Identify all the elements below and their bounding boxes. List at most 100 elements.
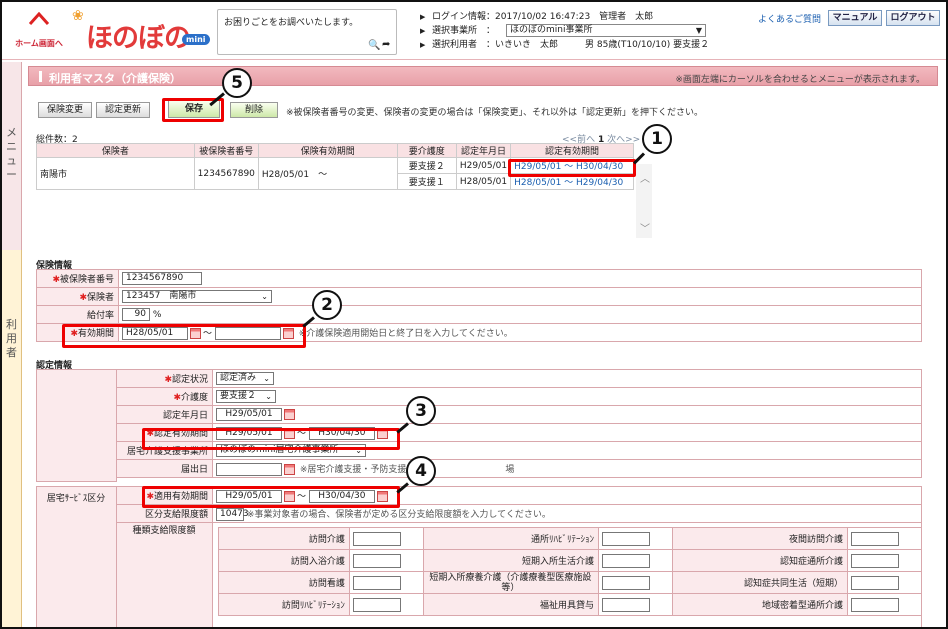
service-limit-input[interactable] — [352, 597, 401, 612]
service-value — [348, 593, 424, 616]
service-name: 通所ﾘﾊﾋﾞﾘﾃｰｼｮﾝ — [422, 527, 599, 550]
service-name: 認知症共同生活（短期） — [671, 571, 849, 594]
insurer-cell: 123457 南陽市 ⌄ — [118, 287, 922, 306]
required-mark: ✱ — [173, 393, 181, 403]
service-limit-input[interactable] — [851, 597, 900, 612]
table-row: 訪問看護 短期入所療養介護（介護療養型医療施設等） 認知症共同生活（短期） — [218, 571, 922, 594]
chevron-down-icon: ▼ — [695, 26, 702, 35]
notify-label: 届出日 — [116, 459, 213, 478]
status-cell: 認定済み ⌄ — [212, 369, 922, 388]
logo-badge: mini — [182, 34, 210, 45]
manual-button[interactable]: マニュアル — [828, 10, 882, 26]
kind-limit-label: 種類支給限度額 — [116, 522, 213, 627]
col-header: 保険有効期間 — [257, 143, 398, 158]
status-select[interactable]: 認定済み ⌄ — [216, 372, 274, 385]
col-header: 要介護度 — [396, 143, 457, 158]
rate-cell: 90 % — [118, 305, 922, 324]
cert-date-label: 認定年月日 — [116, 405, 213, 424]
callout-1: 1 — [642, 124, 672, 154]
status-label: ✱認定状況 — [116, 369, 213, 388]
col-header: 保険者 — [36, 143, 195, 158]
office-select[interactable]: ほのぼのmini事業所 ▼ — [506, 24, 706, 37]
chevron-down-icon: ⌄ — [265, 392, 272, 401]
go-arrow-icon[interactable]: ➦ — [382, 39, 390, 50]
page-title: 利用者マスタ（介護保険） — [49, 72, 181, 85]
header: ホーム画面へ ❀ ほのぼの mini お困りごとをお調べいたします。 🔍 ➦ ▶… — [2, 2, 946, 60]
title-note: ※画面左端にカーソルを合わせるとメニューが表示されます。 — [675, 75, 925, 85]
logout-button[interactable]: ログアウト — [886, 10, 940, 26]
user-side-tab[interactable]: 利用者 — [2, 250, 22, 627]
service-limit-input[interactable] — [851, 553, 900, 568]
help-search-text: お困りごとをお調べいたします。 — [224, 18, 359, 28]
date-cell: H28/05/01 — [455, 173, 512, 190]
session-info: ▶ ログイン情報：2017/10/02 16:47:23 管理者 太郎 ▶ 選択事業… — [420, 10, 740, 52]
button-note: ※被保険者番号の変更、保険者の変更の場合は「保険変更」、それ以外は「認定更新」を… — [286, 108, 704, 118]
service-name: 訪問ﾘﾊﾋﾞﾘﾃｰｼｮﾝ — [218, 593, 350, 616]
rate-label: 給付率 — [36, 305, 119, 324]
bullet-triangle-icon: ▶ — [420, 13, 426, 21]
spacer — [117, 478, 922, 482]
office-select-value: ほのぼのmini事業所 — [510, 25, 593, 35]
office-label: 選択事業所 ： — [432, 26, 496, 36]
chevron-down-icon[interactable]: ﹀ — [640, 220, 650, 235]
col-header: 被保険者番号 — [193, 143, 259, 158]
service-name: 夜間訪問介護 — [671, 527, 849, 550]
screenshot-frame: ホーム画面へ ❀ ほのぼの mini お困りごとをお調べいたします。 🔍 ➦ ▶… — [0, 0, 948, 629]
level-select[interactable]: 要支援２ ⌄ — [216, 390, 276, 403]
number-label: ✱被保険者番号 — [36, 269, 119, 288]
service-limit-input[interactable] — [352, 575, 401, 590]
title-marker — [39, 71, 42, 82]
service-limit-input[interactable] — [851, 531, 900, 546]
insurer-select-value: 123457 南陽市 — [126, 291, 197, 301]
calendar-icon[interactable] — [284, 463, 295, 475]
service-limit-input[interactable] — [601, 553, 650, 568]
help-search-box[interactable]: お困りごとをお調べいたします。 🔍 ➦ — [217, 9, 397, 55]
service-name: 短期入所療養介護（介護療養型医療施設等） — [422, 571, 599, 594]
level-cell: 要支援１ — [396, 173, 457, 190]
service-limit-input[interactable] — [601, 597, 650, 612]
service-name: 訪問入浴介護 — [218, 549, 350, 572]
service-value — [597, 549, 673, 572]
limit-input[interactable]: 10473 — [216, 507, 249, 521]
delete-button[interactable]: 削除 — [230, 102, 278, 118]
notify-date-input[interactable] — [216, 462, 282, 476]
status-label-text: 認定状況 — [171, 375, 208, 385]
insurer-select[interactable]: 123457 南陽市 ⌄ — [122, 290, 272, 303]
faq-link[interactable]: よくあるご質問 — [758, 12, 821, 25]
search-icon[interactable]: 🔍 — [368, 40, 380, 51]
table-row: 訪問ﾘﾊﾋﾞﾘﾃｰｼｮﾝ 福祉用具貸与 地域密着型通所介護 — [218, 593, 922, 616]
service-name: 地域密着型通所介護 — [671, 593, 849, 616]
service-name: 認知症通所介護 — [671, 549, 849, 572]
rate-input[interactable]: 90 — [122, 308, 150, 321]
page-titlebar: 利用者マスタ（介護保険） ※画面左端にカーソルを合わせるとメニューが表示されます… — [28, 66, 938, 86]
date-cell: H29/05/01 — [455, 157, 512, 174]
service-limit-input[interactable] — [851, 575, 900, 590]
required-mark: ✱ — [164, 375, 172, 385]
cert-update-button[interactable]: 認定更新 — [96, 102, 150, 118]
chevron-up-icon[interactable]: ︿ — [640, 170, 650, 185]
service-name: 訪問介護 — [218, 527, 350, 550]
callout-5: 5 — [222, 68, 252, 98]
service-limit-input[interactable] — [601, 575, 650, 590]
home-button[interactable]: ホーム画面へ — [14, 12, 64, 52]
chevron-down-icon: ⌄ — [261, 292, 268, 301]
service-label: 居宅ｻｰﾋﾞｽ区分 — [36, 486, 117, 627]
service-limit-input[interactable] — [352, 553, 401, 568]
service-value — [348, 549, 424, 572]
cert-date-input[interactable]: H29/05/01 — [216, 408, 282, 421]
menu-side-tab[interactable]: メニュー — [2, 62, 22, 250]
required-mark: ✱ — [52, 275, 60, 285]
app-logo: ❀ ほのぼの mini — [72, 8, 212, 54]
level-cell: 要支援２ — [396, 157, 457, 174]
bullet-triangle-icon: ▶ — [420, 27, 426, 35]
menu-tab-label: メニュー — [6, 126, 17, 181]
service-limit-input[interactable] — [352, 531, 401, 546]
insured-number-input[interactable]: 1234567890 — [122, 272, 202, 285]
service-name: 短期入所生活介護 — [422, 549, 599, 572]
service-limit-input[interactable] — [601, 531, 650, 546]
insurance-change-button[interactable]: 保険変更 — [38, 102, 92, 118]
user-label: 選択利用者 ： — [432, 40, 496, 50]
calendar-icon[interactable] — [284, 409, 295, 420]
applied-period-highlight — [142, 486, 400, 508]
table-row: 訪問入浴介護 短期入所生活介護 認知症通所介護 — [218, 549, 922, 572]
